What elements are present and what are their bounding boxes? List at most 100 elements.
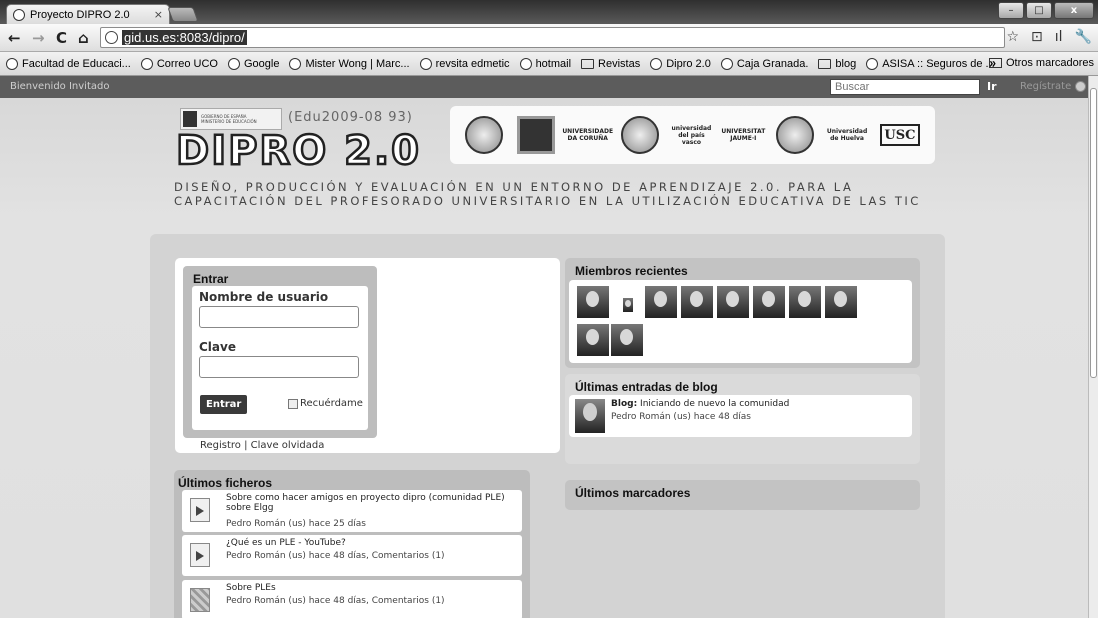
member-avatar[interactable] <box>789 286 821 318</box>
bookmark-label: blog <box>835 57 857 70</box>
tab-close-icon[interactable]: × <box>154 8 163 21</box>
file-item[interactable]: ¿Qué es un PLE - YouTube? Pedro Román (u… <box>182 535 522 576</box>
bookmarks-bar: Facultad de Educaci... Correo UCO Google… <box>0 52 1098 76</box>
university-logo <box>464 116 503 154</box>
university-logo <box>776 116 815 154</box>
bookmark-item[interactable]: Dipro 2.0 <box>650 57 711 70</box>
bookmark-label: revsita edmetic <box>435 57 510 70</box>
globe-icon <box>140 57 153 70</box>
member-avatar[interactable] <box>577 324 609 356</box>
globe-icon <box>227 57 240 70</box>
bookmarks-section-title: Últimos marcadores <box>575 486 691 500</box>
bookmark-folder[interactable]: Revistas <box>581 58 640 70</box>
ministry-logo: GOBIERNO DE ESPAÑA MINISTERIO DE EDUCACIÓ… <box>180 108 282 130</box>
welcome-text: Bienvenido Invitado <box>10 81 110 92</box>
bookmark-item[interactable]: Facultad de Educaci... <box>6 57 131 70</box>
globe-icon <box>720 57 733 70</box>
register-link[interactable]: Regístrate <box>1020 81 1087 92</box>
bookmark-label: Google <box>243 57 280 70</box>
bookmark-item[interactable]: Google <box>227 57 280 70</box>
minimize-button[interactable]: – <box>998 2 1024 19</box>
tab-favicon-icon <box>13 8 25 21</box>
university-logo: universidad del país vasco <box>671 124 712 146</box>
folder-icon <box>988 58 1002 68</box>
globe-icon <box>650 57 663 70</box>
other-bookmarks[interactable]: Otros marcadores <box>988 57 1094 69</box>
bookmark-item[interactable]: revsita edmetic <box>419 57 510 70</box>
main-panel: Entrar Nombre de usuario Clave Entrar Re… <box>150 234 945 618</box>
remember-me[interactable]: Recuérdame <box>288 398 363 409</box>
link-separator: | <box>244 440 248 451</box>
tab-title: Proyecto DIPRO 2.0 <box>30 8 130 21</box>
new-tab-button[interactable] <box>167 7 199 22</box>
bookmark-folder[interactable]: blog <box>818 58 856 70</box>
file-item[interactable]: Sobre como hacer amigos en proyecto dipr… <box>182 490 522 532</box>
blog-entry[interactable]: Blog: Iniciando de nuevo la comunidad Pe… <box>569 395 912 437</box>
author-avatar[interactable] <box>575 399 605 433</box>
member-avatar[interactable] <box>645 286 677 318</box>
password-input[interactable] <box>199 356 359 378</box>
blog-entry-text: Iniciando de nuevo la comunidad <box>640 399 790 409</box>
blog-title: Últimas entradas de blog <box>575 380 718 394</box>
bookmark-item[interactable]: Caja Granada. <box>720 57 809 70</box>
bookmark-label: Caja Granada. <box>736 57 809 70</box>
page-menu-icon[interactable]: ⊡ <box>1031 29 1043 45</box>
signal-icon[interactable]: ıl <box>1055 29 1063 45</box>
bookmark-item[interactable]: Mister Wong | Marc... <box>289 57 410 70</box>
video-file-icon <box>190 543 210 567</box>
ministry-line2: MINISTERIO DE EDUCACIÓN <box>201 119 257 124</box>
file-item[interactable]: Sobre PLEs Pedro Román (us) hace 48 días… <box>182 580 522 618</box>
university-logo: Universidad de Huelva <box>826 128 868 142</box>
browser-tab[interactable]: Proyecto DIPRO 2.0 × <box>6 4 170 24</box>
address-url: gid.us.es:8083/dipro/ <box>122 30 247 45</box>
globe-icon <box>519 57 532 70</box>
file-title[interactable]: Sobre PLEs <box>226 583 516 593</box>
file-title[interactable]: ¿Qué es un PLE - YouTube? <box>226 538 516 548</box>
close-window-button[interactable]: x <box>1054 2 1094 19</box>
university-logo: USC <box>879 124 920 146</box>
reload-button[interactable]: C <box>56 29 67 47</box>
search-go-button[interactable]: Ir <box>987 80 997 93</box>
bookmark-label: ASISA :: Seguros de ... <box>882 57 995 70</box>
forward-button[interactable]: → <box>32 29 45 47</box>
register-link[interactable]: Registro <box>200 440 241 451</box>
bookmark-label: hotmail <box>535 57 572 70</box>
file-meta: Pedro Román (us) hace 25 días <box>226 519 367 529</box>
wrench-icon[interactable]: 🔧 <box>1075 29 1092 45</box>
maximize-button[interactable]: □ <box>1026 2 1052 19</box>
member-avatar[interactable] <box>623 298 633 312</box>
username-input[interactable] <box>199 306 359 328</box>
bookmark-item[interactable]: hotmail <box>519 57 572 70</box>
member-avatar[interactable] <box>825 286 857 318</box>
blog-entry-meta: Pedro Román (us) hace 48 días <box>611 412 752 422</box>
folder-icon <box>581 58 595 69</box>
page-scrollbar[interactable] <box>1088 76 1098 618</box>
toolbar-right-icons: ☆ ⊡ ıl 🔧 <box>1006 29 1092 45</box>
member-avatar[interactable] <box>717 286 749 318</box>
bookmark-item[interactable]: ASISA :: Seguros de ... <box>866 57 995 70</box>
home-button[interactable]: ⌂ <box>78 29 89 47</box>
blog-entry-title[interactable]: Blog: Iniciando de nuevo la comunidad <box>611 399 789 409</box>
login-title: Entrar <box>193 272 229 286</box>
member-avatar[interactable] <box>577 286 609 318</box>
address-bar[interactable]: gid.us.es:8083/dipro/ <box>100 27 1005 48</box>
member-avatar[interactable] <box>681 286 713 318</box>
site-search-input[interactable] <box>830 79 980 95</box>
login-button[interactable]: Entrar <box>200 395 248 414</box>
university-logo: UNIVERSIDADE DA CORUÑA <box>562 128 614 142</box>
universities-logo-strip: UNIVERSIDADE DA CORUÑA universidad del p… <box>450 106 935 164</box>
file-title[interactable]: Sobre como hacer amigos en proyecto dipr… <box>226 493 516 513</box>
scrollbar-thumb[interactable] <box>1090 88 1097 378</box>
other-bookmarks-label: Otros marcadores <box>1005 57 1094 69</box>
bookmark-star-icon[interactable]: ☆ <box>1006 29 1019 45</box>
file-meta: Pedro Román (us) hace 48 días, Comentari… <box>226 596 445 606</box>
forgot-password-link[interactable]: Clave olvidada <box>251 440 325 451</box>
site-logo[interactable]: DIPRO 2.0 <box>175 127 421 176</box>
back-button[interactable]: ← <box>8 29 21 47</box>
remember-checkbox[interactable] <box>288 398 298 409</box>
member-avatar[interactable] <box>753 286 785 318</box>
latest-files-widget: Últimos ficheros Sobre como hacer amigos… <box>174 470 530 618</box>
bookmark-item[interactable]: Correo UCO <box>140 57 218 70</box>
bookmark-label: Mister Wong | Marc... <box>305 57 410 70</box>
member-avatar[interactable] <box>611 324 643 356</box>
